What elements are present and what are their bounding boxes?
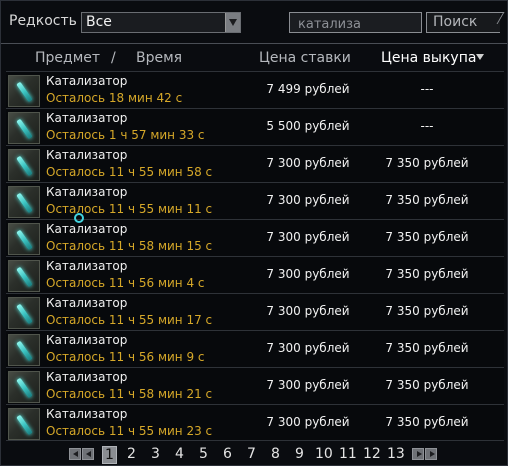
page-number[interactable]: 9: [295, 446, 304, 462]
item-name: Катализатор: [46, 74, 128, 88]
buyout-price: 7 350 рублей: [385, 193, 469, 207]
buyout-price: 7 350 рублей: [385, 267, 469, 281]
catalyst-item-icon: [8, 371, 40, 403]
catalyst-item-icon: [8, 408, 40, 440]
next-page-icon[interactable]: [412, 448, 424, 460]
time-remaining: Осталось 1 ч 57 мин 33 с: [46, 128, 205, 142]
buyout-price: 7 350 рублей: [385, 304, 469, 318]
catalyst-item-icon: [8, 75, 40, 107]
page-number[interactable]: 5: [199, 446, 208, 462]
catalyst-item-icon: [8, 334, 40, 366]
time-remaining: Осталось 11 ч 55 мин 17 с: [46, 313, 213, 327]
time-remaining: Осталось 11 ч 58 мин 21 с: [46, 387, 213, 401]
catalyst-item-icon: [8, 223, 40, 255]
buyout-price: 7 350 рублей: [385, 341, 469, 355]
button-corner-decoration: [485, 12, 505, 24]
auction-list: Катализатор Осталось 18 мин 42 с 7 499 р…: [6, 71, 504, 441]
table-row[interactable]: Катализатор Осталось 11 ч 58 мин 21 с 7 …: [6, 367, 504, 404]
table-row[interactable]: Катализатор Осталось 1 ч 57 мин 33 с 5 5…: [6, 108, 504, 145]
search-input[interactable]: [290, 15, 421, 34]
rarity-selected-value: Все: [86, 14, 112, 30]
item-name: Катализатор: [46, 222, 128, 236]
page-number[interactable]: 3: [151, 446, 160, 462]
item-name: Катализатор: [46, 407, 128, 421]
buyout-price: ---: [420, 119, 434, 133]
item-name: Катализатор: [46, 111, 128, 125]
buyout-price: 7 350 рублей: [385, 230, 469, 244]
page-number[interactable]: 4: [175, 446, 184, 462]
first-page-icon[interactable]: [69, 448, 81, 460]
search-button[interactable]: Поиск: [426, 12, 505, 33]
item-name: Катализатор: [46, 333, 128, 347]
table-row[interactable]: Катализатор Осталось 11 ч 55 мин 17 с 7 …: [6, 293, 504, 330]
column-header-buyout-price[interactable]: Цена выкупа: [381, 50, 476, 66]
column-header-separator: /: [111, 50, 116, 66]
page-number-current[interactable]: 1: [102, 446, 117, 464]
sort-desc-icon: [476, 54, 484, 60]
buyout-price: 7 350 рублей: [385, 156, 469, 170]
page-number[interactable]: 8: [271, 446, 280, 462]
search-button-label: Поиск: [433, 14, 478, 30]
catalyst-item-icon: [8, 297, 40, 329]
last-page-icon[interactable]: [425, 448, 437, 460]
filter-bar: Редкость Все Поиск: [1, 1, 507, 43]
page-number[interactable]: 12: [363, 446, 381, 462]
page-number[interactable]: 13: [387, 446, 405, 462]
table-row[interactable]: Катализатор Осталось 11 ч 56 мин 9 с 7 3…: [6, 330, 504, 367]
table-header: Предмет / Время Цена ставки Цена выкупа: [1, 47, 507, 69]
buyout-price: 7 350 рублей: [385, 378, 469, 392]
time-remaining: Осталось 11 ч 55 мин 58 с: [46, 165, 213, 179]
item-name: Катализатор: [46, 259, 128, 273]
chevron-down-icon[interactable]: [225, 13, 240, 32]
prev-page-icon[interactable]: [82, 448, 94, 460]
page-number[interactable]: 10: [315, 446, 333, 462]
page-number[interactable]: 7: [247, 446, 256, 462]
rarity-label: Редкость: [9, 13, 77, 29]
catalyst-item-icon: [8, 149, 40, 181]
table-row[interactable]: Катализатор Осталось 11 ч 55 мин 23 с 7 …: [6, 404, 504, 441]
catalyst-item-icon: [8, 186, 40, 218]
column-header-item[interactable]: Предмет: [35, 50, 100, 66]
search-field[interactable]: [289, 12, 422, 34]
auction-window: Редкость Все Поиск Предмет / Время Цена …: [0, 0, 508, 466]
time-remaining: Осталось 11 ч 55 мин 23 с: [46, 424, 213, 438]
item-name: Катализатор: [46, 296, 128, 310]
time-remaining: Осталось 11 ч 56 мин 4 с: [46, 276, 205, 290]
item-name: Катализатор: [46, 370, 128, 384]
time-remaining: Осталось 11 ч 58 мин 15 с: [46, 239, 213, 253]
time-remaining: Осталось 11 ч 55 мин 11 с: [46, 202, 213, 216]
buyout-price: ---: [420, 82, 434, 96]
column-header-time[interactable]: Время: [136, 50, 182, 66]
time-remaining: Осталось 18 мин 42 с: [46, 91, 183, 105]
mouse-cursor-indicator: [74, 213, 84, 223]
buyout-price: 7 350 рублей: [385, 415, 469, 429]
table-row[interactable]: Катализатор Осталось 11 ч 58 мин 15 с 7 …: [6, 219, 504, 256]
catalyst-item-icon: [8, 112, 40, 144]
item-name: Катализатор: [46, 185, 128, 199]
page-number[interactable]: 6: [223, 446, 232, 462]
column-header-bid-price[interactable]: Цена ставки: [259, 50, 351, 66]
table-row[interactable]: Катализатор Осталось 11 ч 56 мин 4 с 7 3…: [6, 256, 504, 293]
page-number[interactable]: 2: [127, 446, 136, 462]
table-row[interactable]: Катализатор Осталось 18 мин 42 с 7 499 р…: [6, 71, 504, 108]
catalyst-item-icon: [8, 260, 40, 292]
page-number[interactable]: 11: [339, 446, 357, 462]
rarity-dropdown[interactable]: Все: [81, 12, 241, 33]
table-row[interactable]: Катализатор Осталось 11 ч 55 мин 58 с 7 …: [6, 145, 504, 182]
time-remaining: Осталось 11 ч 56 мин 9 с: [46, 350, 205, 364]
item-name: Катализатор: [46, 148, 128, 162]
divider: [1, 43, 507, 44]
